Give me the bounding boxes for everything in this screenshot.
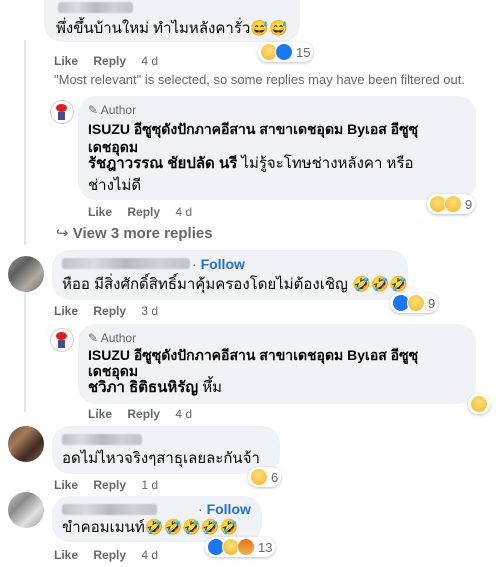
reply-button[interactable]: Reply — [93, 304, 126, 318]
like-button[interactable]: Like — [54, 54, 78, 68]
comment-text: หืออ มีสิ่งศักดิ์สิทธิ์มาคุ้มครองโดยไม่ต… — [62, 276, 409, 293]
avatar[interactable] — [8, 492, 44, 528]
follow-link[interactable]: · Follow — [198, 501, 251, 517]
avatar[interactable] — [8, 256, 44, 292]
reply-arrow-icon: ↪ — [56, 225, 69, 242]
author-avatar[interactable] — [50, 328, 74, 352]
sad-reaction-icon — [444, 195, 462, 213]
reply-bubble-1: ✎ Author ISUZU อีซูซุดังปักภาคอีสาน สาขา… — [78, 96, 476, 200]
comment-bubble-1: พึ่งขึ้นบ้านใหม่ ทำไมหลังคารั่ว😅😅 — [44, 0, 300, 42]
mention[interactable]: ชวิภา ธิติธนหิรัญ — [88, 379, 198, 396]
reaction-summary[interactable]: 15 — [258, 42, 314, 62]
reaction-count: 9 — [465, 196, 473, 212]
reaction-count: 13 — [258, 539, 273, 555]
follow-link[interactable]: · Follow — [192, 256, 245, 272]
reply-actions: Like Reply 4 d — [88, 407, 204, 421]
timestamp[interactable]: 3 d — [141, 304, 158, 318]
comment-bubble-4: · Follow ขำคอมเมนท์🤣🤣🤣🤣🤣 — [52, 496, 262, 542]
like-button[interactable]: Like — [54, 478, 78, 492]
reaction-summary[interactable] — [468, 394, 490, 414]
reply-button[interactable]: Reply — [127, 205, 160, 219]
blurred-commenter-name — [62, 504, 157, 515]
comment-text: พึ่งขึ้นบ้านใหม่ ทำไมหลังคารั่ว😅😅 — [56, 20, 288, 37]
comment-bubble-3: อดไม่ไหวจริงๆสาธุเลยละกันจ้า — [52, 426, 280, 474]
timestamp[interactable]: 4 d — [141, 54, 158, 68]
author-avatar[interactable] — [50, 100, 74, 124]
author-tag: ✎ Author — [88, 331, 137, 345]
mention[interactable]: รัชฎาวรรณ ชัยปลัด นรี — [88, 155, 237, 172]
reply-actions: Like Reply 4 d — [88, 205, 204, 219]
reaction-summary[interactable]: 6 — [248, 467, 282, 487]
blurred-commenter-name — [62, 258, 190, 269]
reply-button[interactable]: Reply — [93, 548, 126, 562]
like-button[interactable]: Like — [54, 548, 78, 562]
haha-reaction-icon — [470, 395, 488, 413]
timestamp[interactable]: 4 d — [141, 548, 158, 562]
comment-actions: Like Reply 4 d — [54, 54, 170, 68]
reply-text: รัชฎาวรรณ ชัยปลัด นรี ไม่รู้จะโทษช่างหลั… — [88, 155, 414, 172]
view-more-replies-link[interactable]: ↪ View 3 more replies — [56, 224, 213, 242]
reply-button[interactable]: Reply — [127, 407, 160, 421]
reply-button[interactable]: Reply — [93, 54, 126, 68]
reaction-count: 9 — [428, 295, 436, 311]
author-tag: ✎ Author — [88, 103, 137, 117]
timestamp[interactable]: 1 d — [141, 478, 158, 492]
timestamp[interactable]: 4 d — [175, 205, 192, 219]
reply-text: ชวิภา ธิติธนหิรัญ หึ้ม — [88, 379, 223, 396]
reaction-summary[interactable]: 9 — [390, 293, 439, 313]
pencil-icon: ✎ — [88, 331, 99, 345]
filter-notice: "Most relevant" is selected, so some rep… — [54, 72, 465, 87]
like-button[interactable]: Like — [54, 304, 78, 318]
reaction-count: 15 — [296, 44, 311, 60]
reply-bubble-2: ✎ Author ISUZU อีซูซุดังปักภาคอีสาน สาขา… — [78, 324, 476, 404]
haha-reaction-icon — [407, 294, 425, 312]
reaction-count: 6 — [271, 469, 279, 485]
reaction-summary[interactable]: 13 — [205, 537, 276, 557]
reply-text-cont: ช่างไม่ดี — [88, 177, 142, 194]
like-reaction-icon — [275, 43, 293, 61]
reply-button[interactable]: Reply — [93, 478, 126, 492]
comment-actions: Like Reply 4 d — [54, 548, 170, 562]
angry-reaction-icon — [237, 538, 255, 556]
haha-reaction-icon — [250, 468, 268, 486]
pencil-icon: ✎ — [88, 103, 99, 117]
comment-actions: Like Reply 3 d — [54, 304, 170, 318]
like-button[interactable]: Like — [88, 407, 112, 421]
avatar[interactable] — [8, 426, 44, 462]
comment-text: อดไม่ไหวจริงๆสาธุเลยละกันจ้า — [62, 450, 260, 467]
timestamp[interactable]: 4 d — [175, 407, 192, 421]
blurred-commenter-name — [62, 434, 142, 445]
like-button[interactable]: Like — [88, 205, 112, 219]
reaction-summary[interactable]: 9 — [427, 194, 476, 214]
blurred-commenter-name — [58, 2, 133, 13]
comment-text: ขำคอมเมนท์🤣🤣🤣🤣🤣 — [62, 519, 239, 536]
page-name[interactable]: ISUZU อีซูซุดังปักภาคอีสาน สาขาเดชอุดม B… — [88, 120, 418, 138]
thread-line — [24, 292, 26, 412]
thread-line — [24, 40, 26, 245]
comment-bubble-2: · Follow หืออ มีสิ่งศักดิ์สิทธิ์มาคุ้มคร… — [52, 250, 408, 300]
comment-actions: Like Reply 1 d — [54, 478, 170, 492]
